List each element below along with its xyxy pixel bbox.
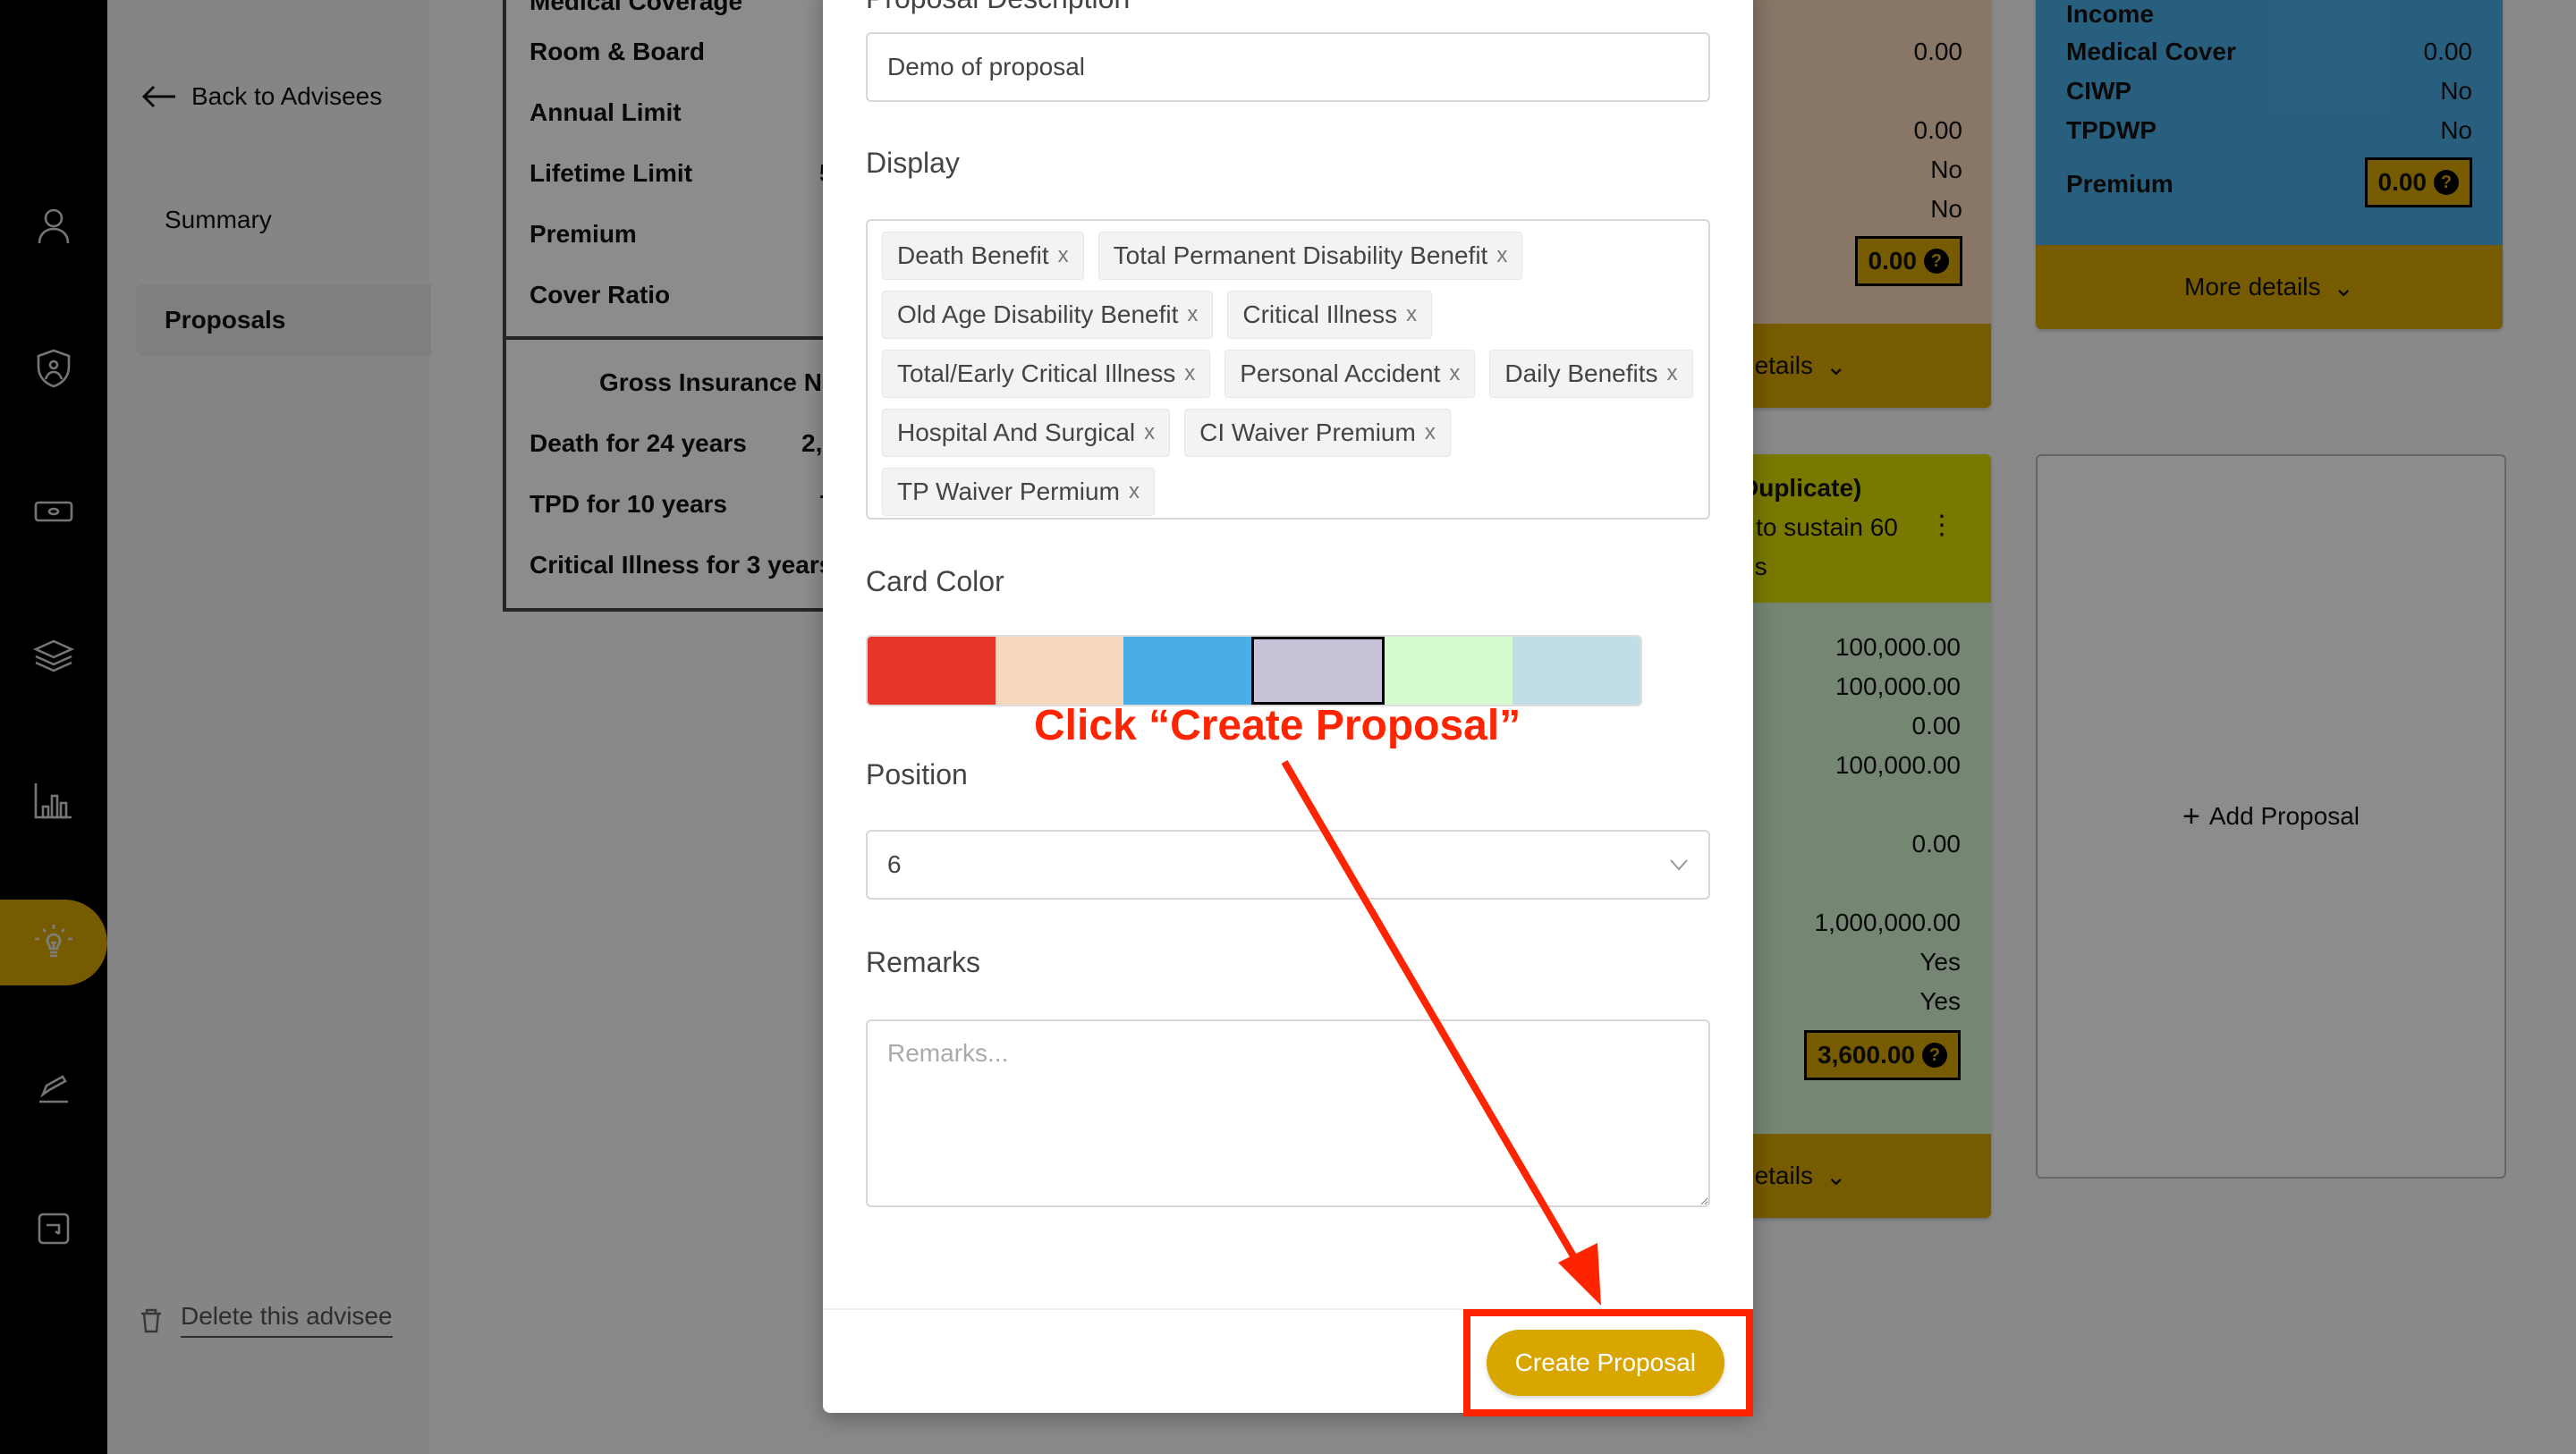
display-tag: Old Age Disability Benefit x (882, 291, 1214, 339)
color-swatch[interactable] (1123, 637, 1251, 705)
display-tag-label: Total/Early Critical Illness (897, 359, 1176, 387)
instruction-annotation: Click “Create Proposal” (1034, 702, 1521, 749)
color-swatch[interactable] (1513, 637, 1640, 705)
color-swatch[interactable] (996, 637, 1123, 705)
remove-tag-icon[interactable]: x (1496, 243, 1507, 268)
display-tag: Critical Illness x (1227, 291, 1433, 339)
remove-tag-icon[interactable]: x (1187, 302, 1198, 327)
remove-tag-icon[interactable]: x (1129, 479, 1140, 504)
display-tag: TP Waiver Permium x (882, 468, 1155, 516)
display-label: Display (866, 147, 960, 179)
remarks-label: Remarks (866, 946, 981, 978)
display-tag: Personal Accident x (1224, 350, 1476, 398)
chevron-down-icon (1670, 859, 1688, 871)
color-swatch[interactable] (1251, 637, 1385, 705)
card-color-label: Card Color (866, 565, 1004, 597)
description-label: Proposal Description (866, 0, 1130, 15)
display-tag-label: Total Permanent Disability Benefit (1113, 241, 1488, 269)
color-swatch[interactable] (1385, 637, 1513, 705)
display-tag: Total/Early Critical Illness x (882, 350, 1211, 398)
remove-tag-icon[interactable]: x (1667, 361, 1678, 386)
display-tag: Daily Benefits x (1489, 350, 1693, 398)
remove-tag-icon[interactable]: x (1406, 302, 1417, 327)
remove-tag-icon[interactable]: x (1425, 420, 1436, 445)
position-value: 6 (887, 850, 902, 878)
display-tag: Death Benefit x (882, 232, 1084, 280)
highlight-box (1463, 1309, 1753, 1416)
remove-tag-icon[interactable]: x (1058, 243, 1069, 268)
display-tag-label: Death Benefit (897, 241, 1049, 269)
display-tag-label: TP Waiver Permium (897, 478, 1120, 505)
position-select[interactable]: 6 (866, 830, 1710, 900)
remove-tag-icon[interactable]: x (1449, 361, 1460, 386)
display-tag-label: Critical Illness (1242, 300, 1398, 328)
display-tags-input[interactable]: Death Benefit x Total Permanent Disability… (866, 219, 1710, 520)
card-color-picker (866, 635, 1642, 706)
display-tag: Total Permanent Disability Benefit x (1097, 232, 1523, 280)
remarks-textarea[interactable] (866, 1019, 1710, 1207)
display-tag-label: Old Age Disability Benefit (897, 300, 1179, 328)
display-tag-label: Daily Benefits (1504, 359, 1658, 387)
display-tag: Hospital And Surgical x (882, 409, 1171, 457)
description-input[interactable] (866, 32, 1710, 102)
display-tag-label: Personal Accident (1240, 359, 1441, 387)
position-label: Position (866, 758, 968, 790)
display-tag: CI Waiver Premium x (1184, 409, 1451, 457)
display-tag-label: Hospital And Surgical (897, 418, 1136, 446)
remove-tag-icon[interactable]: x (1144, 420, 1155, 445)
remove-tag-icon[interactable]: x (1184, 361, 1195, 386)
color-swatch[interactable] (868, 637, 996, 705)
display-tag-label: CI Waiver Premium (1199, 418, 1416, 446)
